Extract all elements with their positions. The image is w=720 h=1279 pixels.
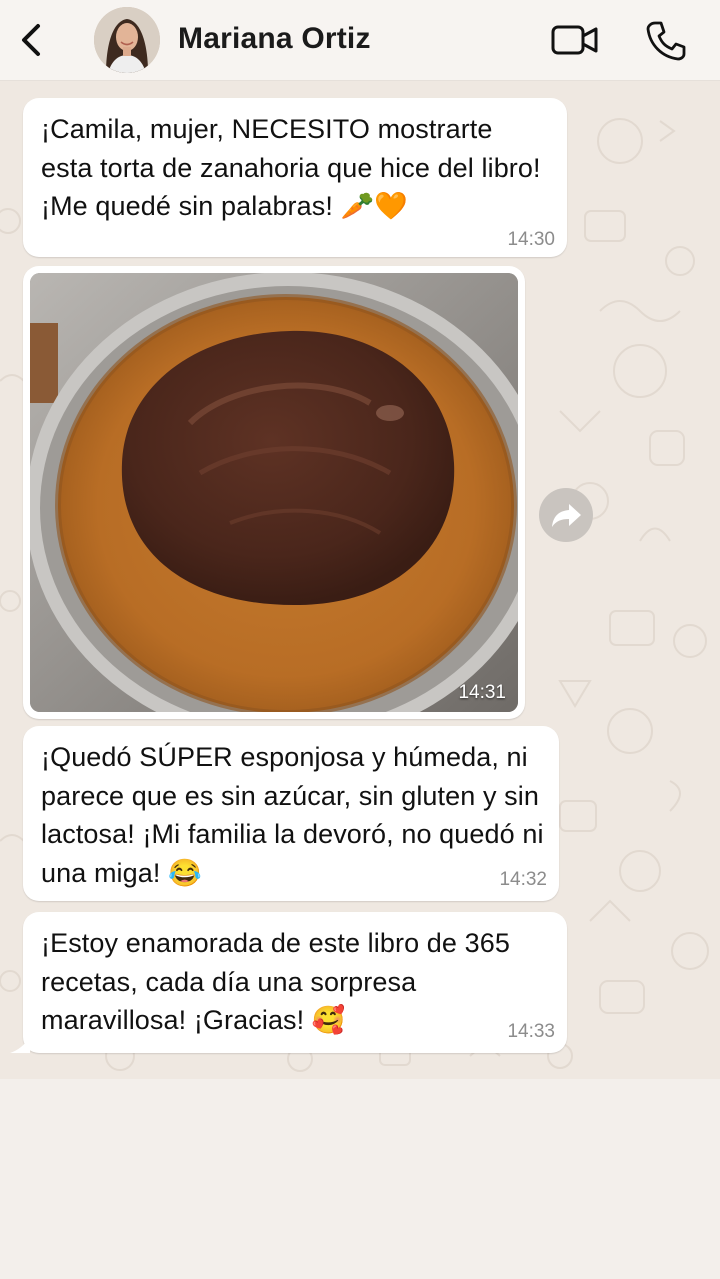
forward-button[interactable] <box>539 488 593 542</box>
message-text: ¡Quedó SÚPER esponjosa y húmeda, ni pare… <box>41 742 544 888</box>
video-call-button[interactable] <box>550 20 600 60</box>
message-bubble[interactable]: ¡Estoy enamorada de este libro de 365 re… <box>23 912 567 1053</box>
chevron-left-icon <box>22 24 40 56</box>
back-button[interactable] <box>14 20 50 60</box>
message-bubble[interactable]: ¡Quedó SÚPER esponjosa y húmeda, ni pare… <box>23 726 559 901</box>
contact-name[interactable]: Mariana Ortiz <box>178 22 371 56</box>
message-time: 14:33 <box>507 1021 555 1042</box>
chat-header: Mariana Ortiz <box>0 0 720 81</box>
bubble-tail <box>10 1037 30 1053</box>
avatar[interactable] <box>94 7 160 73</box>
voice-call-button[interactable] <box>644 18 688 62</box>
video-camera-icon <box>551 25 598 55</box>
message-time: 14:30 <box>507 229 555 250</box>
image-message-bubble[interactable]: 14:31 <box>23 266 525 719</box>
empty-footer-area <box>0 1079 720 1279</box>
image-time: 14:31 <box>458 682 506 703</box>
phone-icon <box>646 21 686 61</box>
message-bubble[interactable]: ¡Camila, mujer, NECESITO mostrarte esta … <box>23 98 567 257</box>
forward-icon <box>552 504 581 527</box>
chat-area[interactable]: ¡Camila, mujer, NECESITO mostrarte esta … <box>0 81 720 1079</box>
cake-image <box>30 273 518 712</box>
message-text: ¡Estoy enamorada de este libro de 365 re… <box>41 928 510 1035</box>
message-time: 14:32 <box>499 869 547 890</box>
contact-photo <box>94 7 160 73</box>
cake-photo[interactable]: 14:31 <box>30 273 518 712</box>
message-text: ¡Camila, mujer, NECESITO mostrarte esta … <box>41 114 541 221</box>
